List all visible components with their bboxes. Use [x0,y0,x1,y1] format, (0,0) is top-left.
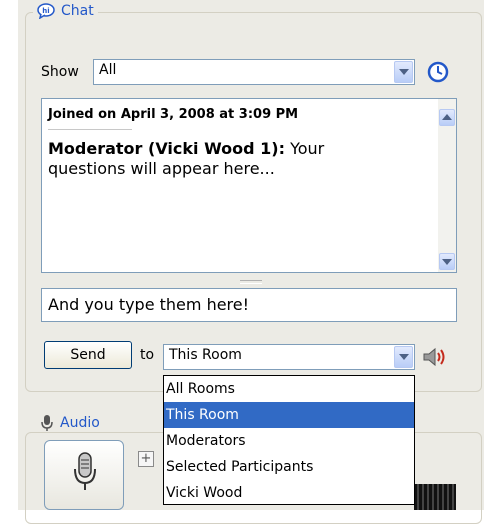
show-label: Show [41,64,79,80]
to-label: to [140,347,155,363]
microphone-button[interactable] [44,440,124,510]
transcript-scrollbar[interactable] [438,99,456,272]
show-filter-select[interactable]: All [93,59,415,85]
recipient-value: This Room [169,347,242,363]
chevron-down-icon [399,69,409,75]
chat-transcript[interactable]: Joined on April 3, 2008 at 3:09 PM Moder… [41,98,457,273]
chat-legend: hi Chat [33,3,98,19]
scroll-up-button[interactable] [439,109,455,126]
option-this-room[interactable]: This Room [164,402,414,428]
message-sender: Moderator (Vicki Wood 1): [48,139,286,158]
svg-text:hi: hi [42,7,49,15]
show-filter-value: All [99,62,117,78]
chat-icon: hi [37,3,55,19]
show-filter-dropdown-button[interactable] [394,61,413,83]
send-label: Send [70,347,106,363]
microphone-icon [74,452,96,490]
send-button[interactable]: Send [44,341,132,369]
scroll-down-button[interactable] [439,253,455,270]
mic-small-icon [41,415,53,431]
joined-timestamp: Joined on April 3, 2008 at 3:09 PM [48,107,299,122]
chevron-up-icon [442,114,452,120]
audio-legend: Audio [36,414,104,432]
chevron-down-icon [442,259,452,265]
add-button[interactable]: + [138,451,154,467]
transcript-separator [48,129,132,130]
option-selected-participants[interactable]: Selected Participants [164,454,414,480]
volume-meter [414,484,456,510]
clock-icon[interactable] [427,61,449,83]
recipient-select[interactable]: This Room [163,344,415,370]
option-vicki-wood[interactable]: Vicki Wood [164,480,414,506]
option-all-rooms[interactable]: All Rooms [164,376,414,402]
chat-message-input[interactable]: And you type them here! [41,288,457,322]
chat-title: Chat [61,3,94,19]
chat-message: Moderator (Vicki Wood 1): Your questions… [48,139,388,179]
chevron-down-icon [399,354,409,360]
resize-handle[interactable] [240,280,262,284]
speaker-icon[interactable] [422,346,448,368]
recipient-dropdown-button[interactable] [394,346,413,368]
recipient-dropdown-list[interactable]: All Rooms This Room Moderators Selected … [163,375,415,505]
option-moderators[interactable]: Moderators [164,428,414,454]
audio-title: Audio [60,415,100,431]
